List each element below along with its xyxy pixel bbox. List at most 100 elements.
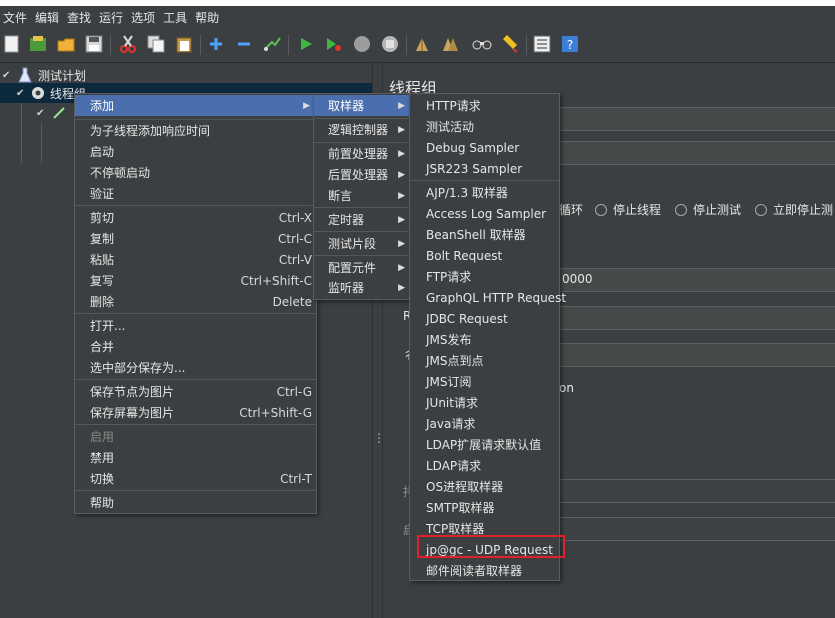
- radio-stop-test[interactable]: [675, 203, 688, 216]
- shortcut-label: Delete: [272, 294, 312, 309]
- name-field[interactable]: [559, 107, 835, 131]
- menu-item-label: 切换: [90, 472, 115, 486]
- templates-icon[interactable]: [28, 34, 48, 54]
- search-icon[interactable]: [472, 34, 492, 54]
- sampler-item-graphql[interactable]: GraphQL HTTP Request: [410, 287, 566, 308]
- sampler-item-jms-publisher[interactable]: JMS发布: [410, 329, 559, 350]
- sampler-item-jsr223[interactable]: JSR223 Sampler: [410, 158, 559, 179]
- menu-item-duplicate[interactable]: 复写 Ctrl+Shift-C: [75, 270, 316, 291]
- sampler-item-debug[interactable]: Debug Sampler: [410, 137, 559, 158]
- menu-tools[interactable]: 工具: [160, 9, 190, 26]
- menu-edit[interactable]: 编辑: [32, 9, 62, 26]
- menu-item-label: 测试片段: [328, 237, 377, 251]
- tree-node-child[interactable]: ✔: [36, 105, 66, 121]
- chevron-down-icon[interactable]: ✔: [36, 108, 48, 119]
- shutdown-icon[interactable]: [380, 34, 400, 54]
- new-icon[interactable]: [2, 34, 22, 54]
- sampler-item-jms-subscriber[interactable]: JMS订阅: [410, 371, 559, 392]
- startup-delay-field[interactable]: [559, 517, 835, 541]
- menu-item-label: 取样器: [328, 99, 365, 113]
- loop-field[interactable]: [559, 343, 835, 367]
- sampler-item-bolt[interactable]: Bolt Request: [410, 245, 559, 266]
- submenu-item-postprocessor[interactable]: 后置处理器 ▶: [314, 164, 411, 185]
- menu-item-save-node-image[interactable]: 保存节点为图片 Ctrl-G: [75, 381, 316, 402]
- sampler-item-ldap-extended[interactable]: LDAP扩展请求默认值: [410, 434, 559, 455]
- submenu-arrow-icon: ▶: [398, 100, 405, 111]
- menu-item-label: HTTP请求: [426, 99, 481, 113]
- start-no-pause-icon[interactable]: [324, 34, 344, 54]
- open-icon[interactable]: [56, 34, 76, 54]
- menu-item-save-selection[interactable]: 选中部分保存为...: [75, 357, 316, 378]
- duration-field[interactable]: [559, 479, 835, 503]
- menu-item-disable[interactable]: 禁用: [75, 447, 316, 468]
- tree-label-test-plan: 测试计划: [38, 68, 87, 83]
- sampler-item-ldap[interactable]: LDAP请求: [410, 455, 559, 476]
- submenu-item-sampler[interactable]: 取样器 ▶: [314, 95, 411, 116]
- sampler-item-java[interactable]: Java请求: [410, 413, 559, 434]
- menu-item-toggle[interactable]: 切换 Ctrl-T: [75, 468, 316, 489]
- menu-item-help[interactable]: 帮助: [75, 492, 316, 513]
- menu-item-open[interactable]: 打开...: [75, 315, 316, 336]
- help-icon[interactable]: ?: [560, 34, 580, 54]
- sampler-item-http[interactable]: HTTP请求: [410, 95, 559, 116]
- menu-search[interactable]: 查找: [64, 9, 94, 26]
- menu-run[interactable]: 运行: [96, 9, 126, 26]
- collapse-all-icon[interactable]: [234, 34, 254, 54]
- chevron-down-icon[interactable]: ✔: [2, 70, 14, 81]
- comment-field[interactable]: [559, 141, 835, 165]
- sampler-item-beanshell[interactable]: BeanShell 取样器: [410, 224, 559, 245]
- toolbar-separator: [526, 35, 527, 55]
- submenu-item-logic-controller[interactable]: 逻辑控制器 ▶: [314, 119, 411, 140]
- sampler-item-test-action[interactable]: 测试活动: [410, 116, 559, 137]
- menu-item-cut[interactable]: 剪切 Ctrl-X: [75, 207, 316, 228]
- submenu-item-assertion[interactable]: 断言 ▶: [314, 185, 411, 206]
- menu-item-copy[interactable]: 复制 Ctrl-C: [75, 228, 316, 249]
- menu-item-start[interactable]: 启动: [75, 141, 316, 162]
- menu-item-delete[interactable]: 删除 Delete: [75, 291, 316, 312]
- cut-icon[interactable]: [118, 34, 138, 54]
- radio-stop-thread[interactable]: [595, 203, 608, 216]
- chevron-down-icon[interactable]: ✔: [16, 88, 28, 99]
- submenu-item-timer[interactable]: 定时器 ▶: [314, 209, 411, 230]
- splitter-grip-icon[interactable]: ⋮: [373, 432, 385, 448]
- threads-field[interactable]: 0000: [559, 268, 835, 292]
- paste-icon[interactable]: [174, 34, 194, 54]
- menu-item-save-screen-image[interactable]: 保存屏幕为图片 Ctrl+Shift-G: [75, 402, 316, 423]
- sampler-item-ajp[interactable]: AJP/1.3 取样器: [410, 182, 559, 203]
- sampler-item-mail-reader[interactable]: 邮件阅读者取样器: [410, 560, 559, 581]
- radio-stop-thread-label: 停止线程: [613, 203, 662, 217]
- copy-icon[interactable]: [146, 34, 166, 54]
- expand-all-icon[interactable]: [206, 34, 226, 54]
- radio-stop-now[interactable]: [755, 203, 768, 216]
- clear-all-icon[interactable]: [440, 34, 460, 54]
- submenu-item-test-fragment[interactable]: 测试片段 ▶: [314, 233, 411, 254]
- start-icon[interactable]: [296, 34, 316, 54]
- menu-file[interactable]: 文件: [0, 9, 30, 26]
- menu-item-merge[interactable]: 合并: [75, 336, 316, 357]
- menu-item-add-response-time[interactable]: 为子线程添加响应时间: [75, 120, 316, 141]
- reset-search-icon[interactable]: [500, 34, 520, 54]
- submenu-item-listener[interactable]: 监听器 ▶: [314, 277, 411, 298]
- menu-item-paste[interactable]: 粘贴 Ctrl-V: [75, 249, 316, 270]
- ramp-up-field[interactable]: [559, 306, 835, 330]
- stop-icon[interactable]: [352, 34, 372, 54]
- sampler-item-ftp[interactable]: FTP请求: [410, 266, 559, 287]
- tree-node-test-plan[interactable]: ✔ 测试计划: [2, 67, 86, 83]
- sampler-item-jdbc[interactable]: JDBC Request: [410, 308, 559, 329]
- sampler-item-access-log[interactable]: Access Log Sampler: [410, 203, 559, 224]
- menu-item-add[interactable]: 添加 ▶: [75, 95, 316, 116]
- menu-options[interactable]: 选项: [128, 9, 158, 26]
- sampler-item-jms-p2p[interactable]: JMS点到点: [410, 350, 559, 371]
- menu-item-validate[interactable]: 验证: [75, 183, 316, 204]
- save-icon[interactable]: [84, 34, 104, 54]
- sampler-item-junit[interactable]: JUnit请求: [410, 392, 559, 413]
- menu-item-start-no-pause[interactable]: 不停顿启动: [75, 162, 316, 183]
- clear-icon[interactable]: [412, 34, 432, 54]
- toggle-icon[interactable]: [262, 34, 282, 54]
- function-helper-icon[interactable]: [532, 34, 552, 54]
- sampler-item-os-process[interactable]: OS进程取样器: [410, 476, 559, 497]
- submenu-item-config-element[interactable]: 配置元件 ▶: [314, 257, 411, 278]
- sampler-item-smtp[interactable]: SMTP取样器: [410, 497, 559, 518]
- menu-help[interactable]: 帮助: [192, 9, 222, 26]
- submenu-item-preprocessor[interactable]: 前置处理器 ▶: [314, 143, 411, 164]
